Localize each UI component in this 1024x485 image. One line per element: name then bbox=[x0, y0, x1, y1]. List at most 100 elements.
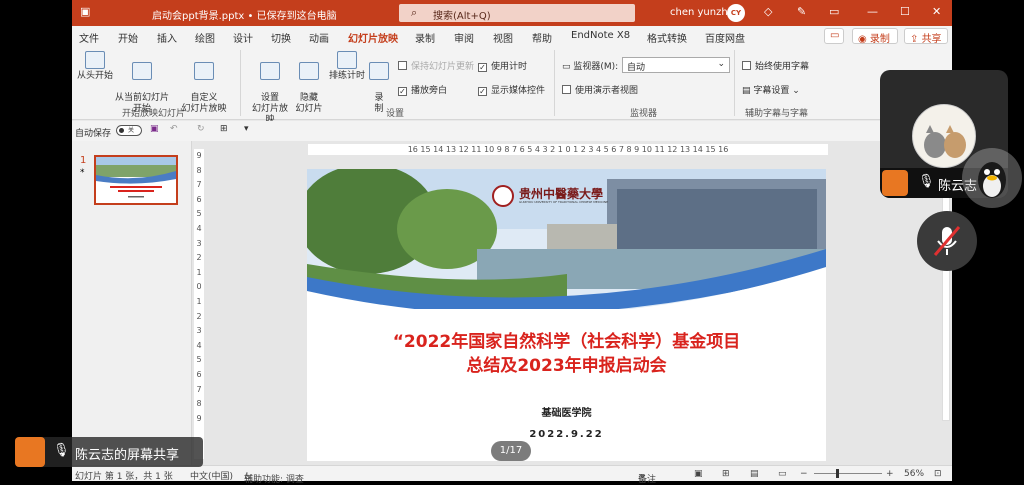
autosave-label: 自动保存 bbox=[75, 129, 112, 139]
maximize-icon[interactable]: ☐ bbox=[900, 5, 910, 18]
play-narrations-checkbox[interactable]: ✓ 播放旁白 bbox=[398, 83, 447, 96]
slide-count: 幻灯片 第 1 张，共 1 张 bbox=[75, 472, 173, 482]
stopwatch-icon bbox=[337, 51, 357, 69]
diamond-icon[interactable]: ◇ bbox=[764, 5, 772, 18]
zoom-out-icon[interactable]: − bbox=[800, 469, 808, 479]
tab-file[interactable]: 文件 bbox=[79, 30, 99, 45]
slide-canvas[interactable]: 贵州中醫藥大學 GUIZHOU UNIVERSITY OF TRADITIONA… bbox=[307, 169, 826, 461]
play-slideshow-icon bbox=[85, 51, 105, 69]
save-icon[interactable]: ▣ bbox=[150, 124, 159, 134]
present-icon[interactable]: ⊞ bbox=[220, 124, 228, 134]
user-name[interactable]: chen yunzhi bbox=[670, 7, 730, 18]
search-icon: ⌕ bbox=[411, 6, 418, 19]
minimize-icon[interactable]: — bbox=[867, 5, 878, 18]
customize-qat-icon[interactable]: ▾ bbox=[244, 124, 249, 134]
hide-slide-button[interactable]: 隐藏 幻灯片 bbox=[292, 51, 326, 115]
setup-slideshow-button[interactable]: 设置 幻灯片放映 bbox=[248, 51, 292, 126]
tab-help[interactable]: 帮助 bbox=[532, 30, 552, 45]
group-separator bbox=[240, 50, 241, 116]
slideshow-view-icon[interactable]: ▭ bbox=[778, 469, 787, 479]
zoom-in-icon[interactable]: + bbox=[886, 469, 894, 479]
zoom-slider-thumb[interactable] bbox=[836, 469, 839, 478]
caption-icon: ▤ bbox=[742, 86, 754, 96]
checkbox-box: ✓ bbox=[478, 87, 487, 96]
ruler-mark: 6 bbox=[196, 369, 202, 379]
record-button[interactable]: ◉ 录制 bbox=[852, 28, 898, 45]
screen-share-label: 🎙 陈云志的屏幕共享 bbox=[15, 437, 203, 467]
rehearse-timings-button[interactable]: 排练计时 bbox=[328, 51, 366, 82]
language[interactable]: 中文(中国) bbox=[190, 469, 233, 482]
search-placeholder: 搜索(Alt+Q) bbox=[433, 11, 491, 22]
checkbox-box bbox=[562, 85, 571, 94]
show-media-label: 显示媒体控件 bbox=[491, 86, 546, 96]
checkbox-box: ✓ bbox=[398, 87, 407, 96]
setup-icon bbox=[260, 62, 280, 80]
tab-format-convert[interactable]: 格式转换 bbox=[647, 30, 687, 45]
monitor-select[interactable]: 自动 ⌄ bbox=[622, 57, 730, 73]
tab-view[interactable]: 视图 bbox=[493, 30, 513, 45]
group-label-start: 开始放映幻灯片 bbox=[122, 109, 186, 119]
tab-review[interactable]: 审阅 bbox=[454, 30, 474, 45]
ruler-mark: 9 bbox=[196, 151, 202, 160]
normal-view-icon[interactable]: ▣ bbox=[694, 469, 703, 479]
tab-baidu-netdisk[interactable]: 百度网盘 bbox=[705, 30, 745, 45]
ribbon: 从头开始 从当前幻灯片 开始 自定义 幻灯片放映 开始放映幻灯片 设置 幻灯片放… bbox=[72, 46, 952, 125]
search-box[interactable]: ⌕ 搜索(Alt+Q) bbox=[399, 4, 635, 22]
rehearse-label: 排练计时 bbox=[328, 71, 365, 81]
reading-view-icon[interactable]: ▤ bbox=[750, 469, 759, 479]
tab-endnote[interactable]: EndNote X8 bbox=[571, 30, 630, 41]
toggle-state: 关 bbox=[128, 127, 135, 134]
slide-title-line1: “2022年国家自然科学（社会科学）基金项目 bbox=[392, 332, 741, 352]
tab-home[interactable]: 开始 bbox=[118, 30, 138, 45]
thumbnail-pane: 1 * bbox=[72, 141, 192, 465]
tab-draw[interactable]: 绘图 bbox=[195, 30, 215, 45]
mute-button[interactable] bbox=[917, 211, 977, 271]
play-narrations-label: 播放旁白 bbox=[411, 86, 448, 96]
tab-animations[interactable]: 动画 bbox=[309, 30, 329, 45]
group-separator bbox=[554, 50, 555, 116]
comments-button[interactable]: ▭ bbox=[824, 28, 844, 44]
tab-record[interactable]: 录制 bbox=[415, 30, 435, 45]
ruler-mark: 5 bbox=[196, 209, 202, 219]
tab-design[interactable]: 设计 bbox=[233, 30, 253, 45]
ruler-mark: 3 bbox=[196, 238, 202, 248]
from-start-label: 从头开始 bbox=[76, 71, 113, 81]
zoom-level[interactable]: 56% bbox=[904, 469, 924, 479]
undo-icon[interactable]: ↶ bbox=[170, 124, 178, 134]
share-button[interactable]: ⇪ 共享 bbox=[904, 28, 948, 45]
pen-icon[interactable]: ✎ bbox=[797, 5, 806, 18]
from-start-button[interactable]: 从头开始 bbox=[76, 51, 114, 82]
qq-penguin-icon[interactable] bbox=[962, 148, 1022, 208]
document-title: 启动会ppt背景.pptx • 已保存到这台电脑 bbox=[152, 11, 337, 22]
checkbox-box: ✓ bbox=[478, 63, 487, 72]
ruler-mark: 4 bbox=[196, 223, 202, 233]
record-slideshow-label: 录 制 bbox=[374, 93, 384, 114]
chevron-down-icon: ⌄ bbox=[717, 59, 725, 69]
tab-transitions[interactable]: 切换 bbox=[271, 30, 291, 45]
autosave-toggle[interactable]: 关 bbox=[116, 125, 142, 136]
university-name-en: GUIZHOU UNIVERSITY OF TRADITIONAL CHINES… bbox=[519, 200, 609, 204]
ruler-mark: 1 bbox=[196, 296, 202, 306]
thumbnail-number: 1 bbox=[80, 155, 87, 166]
fit-slide-icon[interactable]: ⊡ bbox=[934, 469, 942, 479]
save-icon[interactable]: ▣ bbox=[80, 5, 90, 18]
caption-settings-button[interactable]: ▤ 字幕设置 ⌄ bbox=[742, 83, 800, 96]
ruler-mark: 8 bbox=[196, 165, 202, 175]
share-label: 共享 bbox=[921, 34, 942, 45]
show-media-checkbox[interactable]: ✓ 显示媒体控件 bbox=[478, 83, 545, 96]
sorter-view-icon[interactable]: ⊞ bbox=[722, 469, 730, 479]
ruler-mark: 7 bbox=[196, 384, 202, 394]
presenter-view-checkbox[interactable]: 使用演示者视图 bbox=[562, 83, 638, 96]
always-caption-checkbox[interactable]: 始终使用字幕 bbox=[742, 59, 809, 72]
use-timings-checkbox[interactable]: ✓ 使用计时 bbox=[478, 59, 527, 72]
zoom-slider[interactable] bbox=[814, 473, 882, 474]
slide-thumbnail[interactable] bbox=[94, 155, 178, 205]
ribbon-tabs: 文件 开始 插入 绘图 设计 切换 动画 幻灯片放映 录制 审阅 视图 帮助 E… bbox=[72, 26, 952, 49]
redo-icon[interactable]: ↻ bbox=[197, 124, 205, 134]
user-avatar[interactable]: CY bbox=[727, 4, 745, 22]
close-icon[interactable]: ✕ bbox=[932, 5, 941, 18]
tab-insert[interactable]: 插入 bbox=[157, 30, 177, 45]
title-bar: ▣ 启动会ppt背景.pptx • 已保存到这台电脑 ⌕ 搜索(Alt+Q) c… bbox=[72, 0, 952, 26]
ruler-mark: 2 bbox=[196, 311, 202, 321]
ribbon-display-icon[interactable]: ▭ bbox=[829, 5, 839, 18]
